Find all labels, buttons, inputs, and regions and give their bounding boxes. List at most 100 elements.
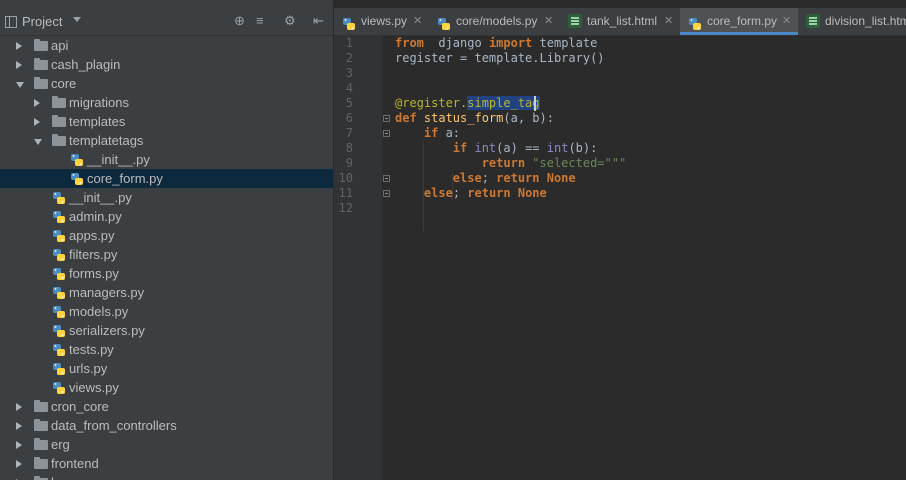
tree-file[interactable]: apps.py — [0, 226, 333, 245]
chevron-right-icon[interactable] — [16, 403, 22, 411]
python-file-icon — [688, 14, 702, 30]
code-editor[interactable]: from django import template register = te… — [395, 36, 906, 480]
tree-file[interactable]: filters.py — [0, 245, 333, 264]
python-file-icon — [52, 210, 66, 224]
tree-file[interactable]: forms.py — [0, 264, 333, 283]
code-token: def — [395, 111, 424, 125]
code-token: else — [423, 186, 453, 200]
python-file-icon — [52, 305, 66, 319]
chevron-right-icon[interactable] — [16, 61, 22, 69]
tree-folder[interactable]: templates — [0, 112, 333, 131]
python-file-icon — [52, 286, 66, 300]
tree-folder[interactable]: api — [0, 36, 333, 55]
tree-item-label: views.py — [69, 380, 119, 395]
tree-file[interactable]: __init__.py — [0, 150, 333, 169]
code-line[interactable]: @register.simple_tag — [395, 96, 540, 111]
code-line[interactable]: from django import template — [395, 36, 597, 51]
editor-tab[interactable]: core/models.py ✕ — [429, 8, 560, 35]
fold-marker-icon[interactable] — [383, 175, 390, 182]
tree-folder[interactable]: cron_core — [0, 397, 333, 416]
editor-tab[interactable]: views.py ✕ — [334, 8, 429, 35]
line-number-gutter: 1 2 3 4 5 6 7 8 9 10 11 12 — [334, 36, 390, 480]
chevron-right-icon[interactable] — [34, 99, 40, 107]
python-file-icon — [437, 14, 451, 30]
panel-title[interactable]: Project — [22, 14, 62, 29]
line-number: 12 — [338, 201, 353, 215]
tree-folder[interactable]: templatetags — [0, 131, 333, 150]
fold-marker-icon[interactable] — [383, 190, 390, 197]
python-file-icon — [70, 172, 84, 186]
code-token: (b): — [568, 141, 598, 155]
tree-item-label: forms.py — [69, 266, 119, 281]
tree-file[interactable]: urls.py — [0, 359, 333, 378]
tree-file[interactable]: tests.py — [0, 340, 333, 359]
chevron-right-icon[interactable] — [16, 42, 22, 50]
tree-folder[interactable]: erg — [0, 435, 333, 454]
code-line[interactable]: register = template.Library() — [395, 51, 605, 66]
fold-marker-icon[interactable] — [383, 115, 390, 122]
text-caret — [534, 96, 536, 111]
tree-folder[interactable]: core — [0, 74, 333, 93]
gear-icon[interactable]: ⚙ — [284, 14, 296, 28]
code-token: ; — [452, 186, 468, 200]
tree-item-label: templatetags — [69, 133, 144, 148]
tree-folder[interactable]: migrations — [0, 93, 333, 112]
code-line[interactable]: if a: — [395, 126, 460, 141]
line-number: 2 — [345, 51, 353, 65]
folder-icon — [34, 419, 48, 431]
code-token: "selected=""" — [532, 156, 627, 170]
code-line[interactable]: else; return None — [395, 171, 576, 186]
line-number: 3 — [345, 66, 353, 80]
hide-panel-icon[interactable]: ⇤ — [313, 14, 324, 28]
chevron-down-icon[interactable] — [73, 17, 81, 22]
tree-item-label: apps.py — [69, 228, 115, 243]
close-icon[interactable]: ✕ — [544, 8, 553, 35]
line-number: 11 — [338, 186, 353, 200]
collapse-all-icon[interactable]: ≡ — [256, 14, 264, 28]
tree-file[interactable]: core_form.py — [0, 169, 333, 188]
tree-file[interactable]: __init__.py — [0, 188, 333, 207]
code-line[interactable]: def status_form(a, b): — [395, 111, 554, 126]
code-token: simple_tag — [467, 96, 540, 110]
close-icon[interactable]: ✕ — [413, 8, 422, 35]
code-token: return None — [467, 186, 547, 200]
target-icon[interactable]: ⊕ — [234, 14, 245, 28]
tree-file[interactable]: views.py — [0, 378, 333, 397]
folder-icon — [34, 400, 48, 412]
chevron-right-icon[interactable] — [16, 460, 22, 468]
tree-file[interactable]: models.py — [0, 302, 333, 321]
close-icon[interactable]: ✕ — [782, 8, 791, 35]
line-number: 4 — [345, 81, 353, 95]
editor-tab[interactable]: tank_list.html ✕ — [560, 8, 680, 35]
tree-file[interactable]: serializers.py — [0, 321, 333, 340]
code-token: register = template.Library() — [395, 51, 605, 65]
tree-file[interactable]: managers.py — [0, 283, 333, 302]
editor-tab[interactable]: core_form.py ✕ — [680, 8, 798, 35]
tree-folder[interactable]: home — [0, 473, 333, 480]
chevron-right-icon[interactable] — [16, 422, 22, 430]
chevron-right-icon[interactable] — [34, 118, 40, 126]
tree-folder[interactable]: cash_plagin — [0, 55, 333, 74]
tree-file[interactable]: admin.py — [0, 207, 333, 226]
line-number: 1 — [345, 36, 353, 50]
code-line[interactable]: return "selected=""" — [395, 156, 627, 171]
close-icon[interactable]: ✕ — [664, 8, 673, 35]
code-line[interactable]: if int(a) == int(b): — [395, 141, 598, 156]
tab-label: core/models.py — [456, 14, 538, 28]
python-file-icon — [52, 229, 66, 243]
code-line[interactable]: else; return None — [395, 186, 547, 201]
code-token: a: — [438, 126, 461, 140]
editor-tab[interactable]: division_list.html — [798, 8, 906, 35]
python-file-icon — [52, 267, 66, 281]
chevron-down-icon[interactable] — [16, 82, 24, 88]
chevron-down-icon[interactable] — [34, 139, 42, 145]
fold-marker-icon[interactable] — [383, 130, 390, 137]
tree-item-label: migrations — [69, 95, 129, 110]
folder-icon — [34, 438, 48, 450]
tree-folder[interactable]: data_from_controllers — [0, 416, 333, 435]
line-number: 10 — [338, 171, 353, 185]
chevron-right-icon[interactable] — [16, 441, 22, 449]
html-file-icon — [568, 14, 582, 28]
tree-folder[interactable]: frontend — [0, 454, 333, 473]
